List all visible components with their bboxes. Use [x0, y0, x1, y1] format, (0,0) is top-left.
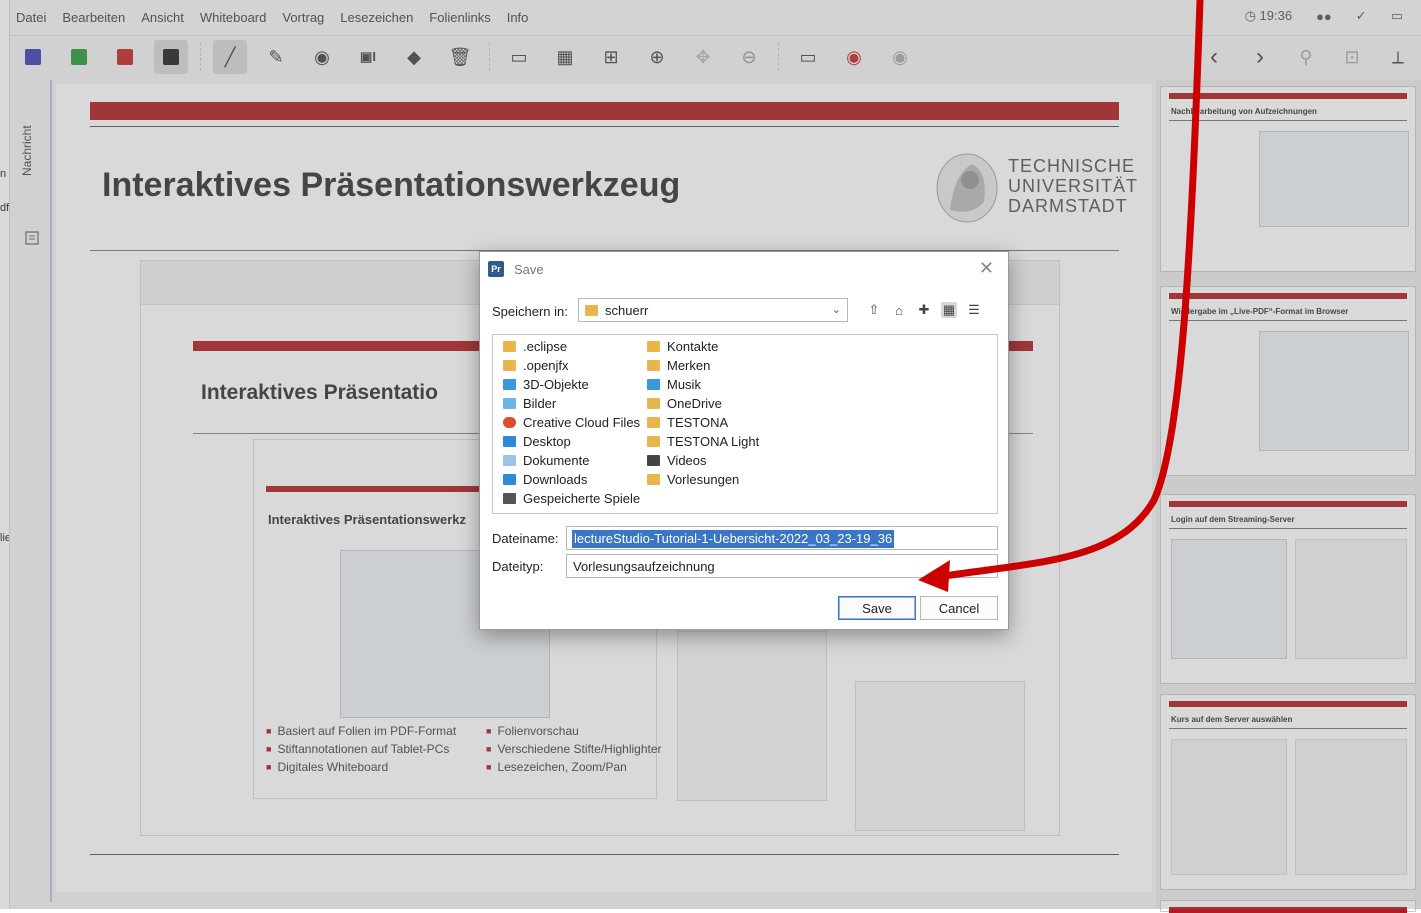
saved-games-icon — [503, 493, 516, 504]
3d-objects-icon — [503, 379, 516, 390]
file-item[interactable]: Vorlesungen — [647, 470, 759, 489]
lecturestudio-window: n df lie Datei Bearbeiten Ansicht Whiteb… — [0, 0, 1421, 913]
videos-icon — [647, 455, 660, 466]
app-icon: Pr — [488, 261, 504, 277]
file-item[interactable]: Dokumente — [503, 451, 640, 470]
save-dialog: Pr Save ✕ Speichern in: schuerr ⌄ ⇧ ⌂ ✚ … — [479, 251, 1009, 630]
folder-icon — [647, 398, 660, 409]
file-name: Dokumente — [523, 453, 590, 468]
file-name: OneDrive — [667, 396, 722, 411]
file-name: Merken — [667, 358, 711, 373]
file-item[interactable]: Bilder — [503, 394, 640, 413]
folder-icon — [647, 436, 660, 447]
new-folder-icon[interactable]: ✚ — [916, 302, 932, 318]
contacts-icon — [647, 341, 660, 352]
file-name: Bilder — [523, 396, 557, 411]
folder-icon — [585, 304, 598, 316]
file-name: .eclipse — [523, 339, 568, 354]
shortcut-folder-icon — [647, 474, 660, 485]
details-view-icon[interactable]: ☰ — [966, 302, 982, 318]
folder-icon — [503, 341, 516, 352]
look-in-value: schuerr — [605, 302, 649, 318]
file-item[interactable]: .eclipse — [503, 337, 640, 356]
file-name: Downloads — [523, 472, 588, 487]
file-name: 3D-Objekte — [523, 377, 589, 392]
file-item[interactable]: TESTONA — [647, 413, 759, 432]
file-list-column: Kontakte Merken Musik OneDrive TESTONA T… — [647, 337, 759, 489]
cancel-button[interactable]: Cancel — [920, 596, 998, 620]
desktop-icon — [503, 436, 516, 447]
look-in-select[interactable]: schuerr ⌄ — [578, 298, 848, 322]
file-item[interactable]: TESTONA Light — [647, 432, 759, 451]
file-item[interactable]: Desktop — [503, 432, 640, 451]
file-name: Gespeicherte Spiele — [523, 491, 641, 506]
favorites-icon — [647, 360, 660, 371]
filename-input[interactable]: lectureStudio-Tutorial-1-Uebersicht-2022… — [566, 526, 998, 550]
file-name: .openjfx — [523, 358, 569, 373]
documents-icon — [503, 455, 516, 466]
chevron-down-icon: ⌄ — [831, 304, 841, 316]
dialog-title: Save — [514, 262, 544, 277]
file-item[interactable]: Kontakte — [647, 337, 759, 356]
file-item[interactable]: Creative Cloud Files — [503, 413, 640, 432]
home-icon[interactable]: ⌂ — [891, 302, 907, 318]
filetype-label: Dateityp: — [492, 559, 544, 574]
filename-value: lectureStudio-Tutorial-1-Uebersicht-2022… — [572, 530, 895, 548]
file-list-column: .eclipse .openjfx 3D-Objekte Bilder Crea… — [503, 337, 640, 508]
folder-icon — [503, 360, 516, 371]
folder-icon — [647, 417, 660, 428]
file-name: Videos — [667, 453, 707, 468]
file-name: Creative Cloud Files — [523, 415, 641, 430]
file-item[interactable]: Gespeicherte Spiele — [503, 489, 640, 508]
music-icon — [647, 379, 660, 390]
file-item[interactable]: Musik — [647, 375, 759, 394]
look-in-label: Speichern in: — [492, 304, 568, 319]
list-view-icon[interactable]: ▦ — [941, 302, 957, 318]
filetype-value: Vorlesungsaufzeichnung — [573, 558, 715, 574]
creative-cloud-icon — [503, 417, 516, 428]
close-icon[interactable]: ✕ — [979, 258, 994, 279]
file-list[interactable]: .eclipse .openjfx 3D-Objekte Bilder Crea… — [492, 334, 998, 514]
downloads-icon — [503, 474, 516, 485]
file-item[interactable]: OneDrive — [647, 394, 759, 413]
dialog-nav-icons: ⇧ ⌂ ✚ ▦ ☰ — [866, 302, 982, 318]
save-button[interactable]: Save — [838, 596, 916, 620]
file-name: Desktop — [523, 434, 571, 449]
file-item[interactable]: 3D-Objekte — [503, 375, 640, 394]
file-name: TESTONA Light — [667, 434, 760, 449]
file-name: TESTONA — [667, 415, 729, 430]
file-item[interactable]: Merken — [647, 356, 759, 375]
file-name: Kontakte — [667, 339, 719, 354]
pictures-icon — [503, 398, 516, 409]
filetype-select[interactable]: Vorlesungsaufzeichnung ⌄ — [566, 554, 998, 578]
file-name: Vorlesungen — [667, 472, 740, 487]
dialog-title-bar: Pr Save ✕ — [480, 252, 1008, 286]
file-name: Musik — [667, 377, 701, 392]
filename-label: Dateiname: — [492, 531, 559, 546]
file-item[interactable]: Videos — [647, 451, 759, 470]
up-folder-icon[interactable]: ⇧ — [866, 302, 882, 318]
file-item[interactable]: .openjfx — [503, 356, 640, 375]
chevron-down-icon: ⌄ — [981, 560, 991, 572]
file-item[interactable]: Downloads — [503, 470, 640, 489]
